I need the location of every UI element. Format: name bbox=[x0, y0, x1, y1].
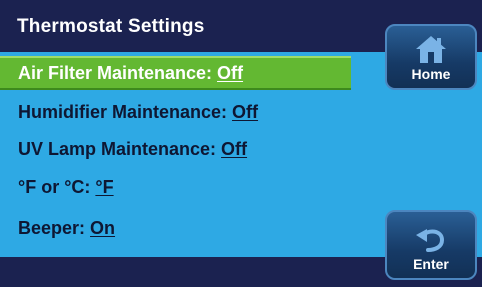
menu-item-uv-lamp[interactable]: UV Lamp Maintenance: Off bbox=[0, 132, 340, 166]
menu-item-beeper[interactable]: Beeper: On bbox=[0, 211, 340, 245]
menu-item-value: On bbox=[90, 218, 116, 238]
home-icon bbox=[414, 34, 448, 69]
menu-item-humidifier[interactable]: Humidifier Maintenance: Off bbox=[0, 95, 340, 129]
menu-item-value: Off bbox=[221, 139, 248, 159]
menu-item-label: °F or °C: bbox=[18, 177, 96, 197]
enter-button-label: Enter bbox=[413, 256, 449, 272]
menu-item-label: Air Filter Maintenance: bbox=[18, 63, 218, 83]
menu-item-value: Off bbox=[232, 102, 259, 122]
page-title: Thermostat Settings bbox=[17, 16, 205, 37]
menu-item-label: Humidifier Maintenance: bbox=[18, 102, 233, 122]
enter-button[interactable]: Enter bbox=[385, 210, 477, 280]
menu-item-value: °F bbox=[95, 177, 114, 197]
home-button-label: Home bbox=[411, 66, 451, 82]
thermostat-screen: Thermostat Settings Air Filter Maintenan… bbox=[0, 0, 482, 287]
back-arrow-icon bbox=[414, 226, 448, 257]
menu-item-label: Beeper: bbox=[18, 218, 91, 238]
menu-item-air-filter[interactable]: Air Filter Maintenance: Off bbox=[0, 56, 351, 90]
menu-item-temp-unit[interactable]: °F or °C: °F bbox=[0, 170, 340, 204]
home-button[interactable]: Home bbox=[385, 24, 477, 90]
menu-item-value: Off bbox=[217, 63, 244, 83]
menu-item-label: UV Lamp Maintenance: bbox=[18, 139, 222, 159]
